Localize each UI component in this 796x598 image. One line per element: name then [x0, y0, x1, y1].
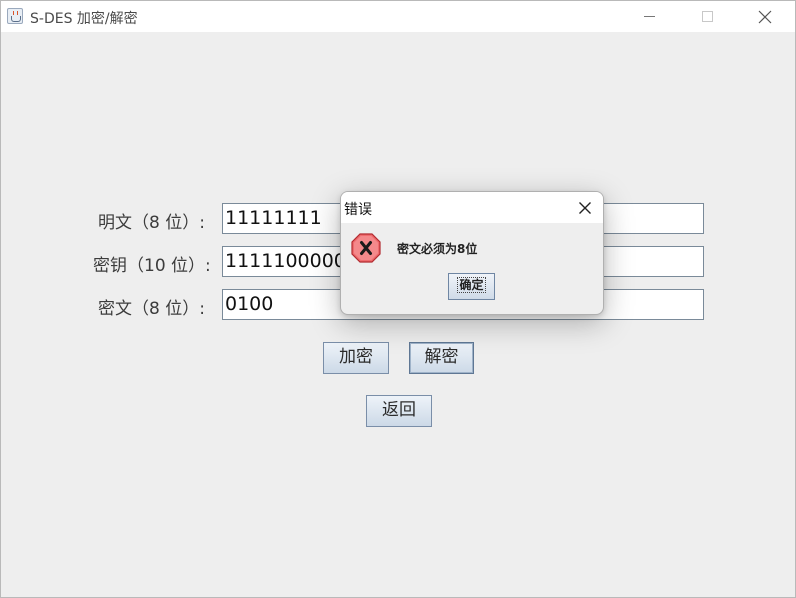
dialog-close-button[interactable]	[567, 192, 603, 223]
close-icon	[758, 10, 772, 23]
window-title: S-DES 加密/解密	[30, 11, 138, 27]
ok-button[interactable]: 确定	[448, 273, 495, 300]
error-icon	[351, 233, 381, 263]
maximize-button[interactable]	[684, 1, 730, 32]
back-button[interactable]: 返回	[366, 395, 432, 427]
dialog-title: 错误	[344, 202, 372, 218]
title-bar[interactable]: S-DES 加密/解密	[1, 1, 795, 32]
decrypt-button[interactable]: 解密	[409, 342, 474, 374]
error-message: 密文必须为8位	[397, 242, 478, 256]
ciphertext-label: 密文（8 位）:	[98, 299, 205, 319]
ok-button-label: 确定	[457, 277, 486, 293]
plaintext-label: 明文（8 位）:	[98, 213, 205, 233]
close-button[interactable]	[742, 1, 788, 32]
dialog-title-bar[interactable]: 错误	[341, 192, 603, 223]
key-label: 密钥（10 位）:	[93, 256, 211, 276]
error-dialog: 错误 密文必须为8位 确定	[340, 191, 604, 315]
close-icon	[579, 201, 591, 214]
encrypt-button[interactable]: 加密	[323, 342, 389, 374]
minimize-button[interactable]	[626, 1, 672, 32]
java-cup-icon	[7, 8, 23, 24]
